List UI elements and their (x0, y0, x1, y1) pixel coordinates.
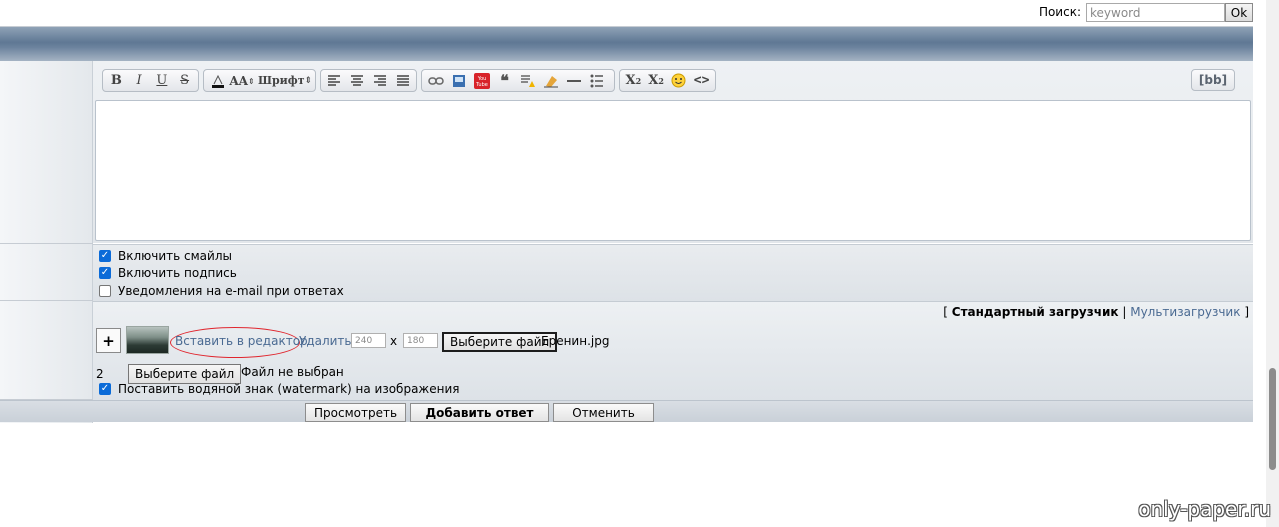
smiley-icon[interactable] (668, 70, 691, 91)
delete-link[interactable]: Удалить (299, 334, 352, 348)
page-scrollbar[interactable] (1266, 0, 1279, 527)
insert-group: You Tube ❝ (421, 69, 615, 92)
editor-toolbar: B I U S AA ⇕ Шрифт ⇕ You Tube ❝ X 2 X 2 … (102, 69, 1243, 93)
italic-button[interactable]: I (128, 70, 151, 91)
scrollbar-thumb[interactable] (1269, 368, 1276, 470)
link-icon[interactable] (424, 70, 447, 91)
option-smileys[interactable]: Включить смайлы (99, 247, 232, 264)
header-band (0, 27, 1253, 61)
cancel-button[interactable]: Отменить (553, 403, 654, 422)
align-left-icon[interactable] (323, 70, 346, 91)
insert-to-editor-link[interactable]: Вставить в редактор (175, 334, 308, 348)
row-separator (0, 243, 93, 244)
watermark-option[interactable]: Поставить водяной знак (watermark) на из… (99, 382, 459, 396)
option-label: Включить подпись (118, 265, 237, 280)
left-label-column (0, 61, 93, 423)
spoiler-icon[interactable] (516, 70, 539, 91)
bold-button[interactable]: B (105, 70, 128, 91)
message-textarea[interactable] (95, 100, 1251, 241)
row-separator (0, 300, 93, 301)
dimension-x: x (390, 334, 398, 348)
preview-button[interactable]: Просмотреть (305, 403, 406, 422)
site-watermark: only-paper.ru (1138, 497, 1271, 521)
font-family-label: Шрифт (258, 74, 305, 87)
upload-section: [ Стандартный загрузчик | Мультизагрузчи… (93, 301, 1253, 400)
list-icon[interactable] (585, 70, 608, 91)
width-input[interactable] (351, 333, 386, 348)
search-bar: Поиск: Ok (0, 0, 1253, 26)
signature-checkbox[interactable] (99, 266, 111, 279)
font-size-icon[interactable]: AA ⇕ (229, 70, 255, 91)
post-options: Включить смайлы Включить подпись Уведомл… (93, 244, 1253, 301)
subscript-icon[interactable]: X2 (645, 70, 668, 91)
choose-file-button[interactable]: Выберите файл (442, 332, 558, 352)
selected-file-name: Еренин.jpg (541, 334, 610, 348)
underline-button[interactable]: U (151, 70, 174, 91)
option-signature[interactable]: Включить подпись (99, 264, 237, 281)
option-label: Включить смайлы (118, 248, 232, 263)
bbcode-toggle-button[interactable]: [bb] (1191, 69, 1235, 91)
uploader-switch: [ Стандартный загрузчик | Мультизагрузчи… (943, 305, 1249, 319)
watermark-checkbox[interactable] (99, 383, 111, 395)
option-label: Уведомления на e-mail при ответах (118, 283, 344, 298)
strike-button[interactable]: S (173, 70, 196, 91)
svg-text:Tube: Tube (475, 82, 488, 88)
search-ok-button[interactable]: Ok (1225, 3, 1253, 22)
bbcode-editor: B I U S AA ⇕ Шрифт ⇕ You Tube ❝ X 2 X 2 … (93, 61, 1253, 243)
watermark-label: Поставить водяной знак (watermark) на из… (118, 382, 460, 396)
misc-group: X2 X2 <> (619, 69, 716, 92)
text-color-icon[interactable] (206, 70, 229, 91)
format-group: B I U S (102, 69, 199, 92)
submit-reply-button[interactable]: Добавить ответ (410, 403, 549, 422)
no-file-text: Файл не выбран (241, 365, 344, 379)
justify-icon[interactable] (391, 70, 414, 91)
align-center-icon[interactable] (346, 70, 369, 91)
uploader-separator: | (1122, 305, 1127, 319)
align-right-icon[interactable] (369, 70, 392, 91)
hr-icon[interactable] (562, 70, 585, 91)
bracket-close: ] (1244, 305, 1249, 319)
multi-uploader-tab[interactable]: Мультизагрузчик (1130, 305, 1240, 319)
image-icon[interactable] (447, 70, 470, 91)
choose-file-button-2[interactable]: Выберите файл (128, 364, 242, 384)
image-thumbnail (126, 326, 169, 354)
email-notify-checkbox[interactable] (99, 284, 111, 297)
standard-uploader-tab[interactable]: Стандартный загрузчик (952, 305, 1119, 319)
font-size-label: AA (229, 73, 248, 88)
option-email-notify[interactable]: Уведомления на e-mail при ответах (99, 282, 344, 299)
clear-format-icon[interactable] (539, 70, 562, 91)
youtube-icon[interactable]: You Tube (470, 70, 493, 91)
add-file-button[interactable]: + (96, 328, 121, 353)
file-row-number: 2 (96, 367, 104, 381)
superscript-icon[interactable]: X2 (622, 70, 645, 91)
form-actions: Просмотреть Добавить ответ Отменить (0, 400, 1253, 422)
font-group: AA ⇕ Шрифт ⇕ (203, 69, 316, 92)
quote-icon[interactable]: ❝ (493, 70, 516, 91)
height-input[interactable] (403, 333, 438, 348)
smileys-checkbox[interactable] (99, 249, 111, 262)
search-input[interactable] (1086, 3, 1225, 22)
search-label: Поиск: (1038, 5, 1081, 19)
code-icon[interactable]: <> (690, 70, 713, 91)
align-group (320, 69, 417, 92)
bracket-open: [ (943, 305, 948, 319)
font-family-select[interactable]: Шрифт ⇕ (255, 70, 313, 91)
